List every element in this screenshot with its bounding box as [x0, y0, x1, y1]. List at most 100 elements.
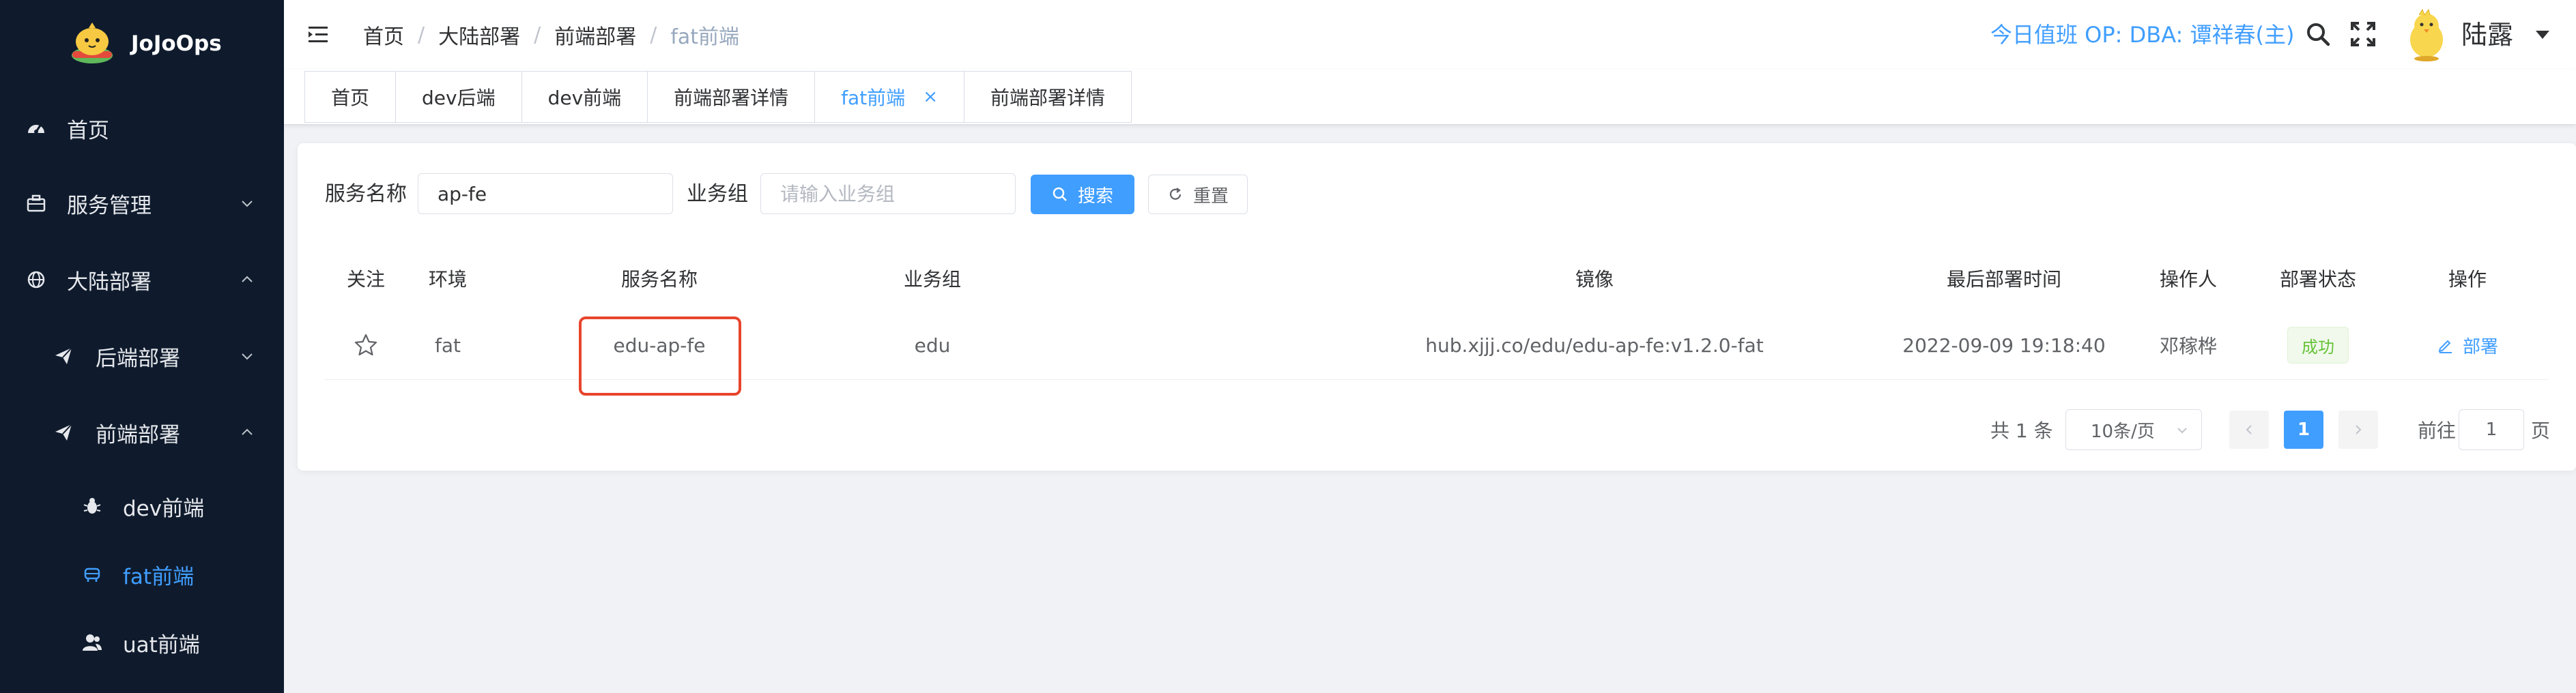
search-icon[interactable] [2304, 20, 2332, 48]
deploy-time-cell: 2022-09-09 19:18:40 [1902, 334, 2106, 357]
sidebar: JoJoOps 首页 服务管理 大陆部署 后端部署 前端部署 dev前端 fat… [0, 0, 284, 693]
column-header: 服务名称 [620, 268, 698, 291]
column-header: 部署状态 [2279, 268, 2356, 291]
sidebar-item-dev-frontend[interactable]: dev前端 [0, 479, 284, 533]
sidebar-item-label: 首页 [67, 118, 109, 143]
goto-suffix: 页 [2531, 419, 2551, 442]
bug-icon [81, 495, 104, 518]
prev-page-button[interactable] [2229, 411, 2269, 449]
sidebar-item-label: 前端部署 [96, 422, 180, 447]
tag-label: 前端部署详情 [674, 87, 789, 109]
sidebar-item-service-management[interactable]: 服务管理 [0, 176, 284, 231]
sidebar-item-label: 后端部署 [96, 346, 180, 371]
tag-fat-frontend[interactable]: fat前端 × [815, 71, 964, 123]
env-cell: fat [435, 334, 461, 357]
breadcrumb-item[interactable]: 前端部署 [554, 20, 636, 50]
highlight-box [579, 316, 741, 396]
tag-label: dev前端 [547, 87, 622, 109]
search-button[interactable]: 搜索 [1031, 175, 1134, 214]
username[interactable]: 陆露 [2461, 18, 2513, 52]
chevron-up-icon [242, 428, 253, 435]
sidebar-item-mainland-deploy[interactable]: 大陆部署 [0, 252, 284, 307]
service-name-input[interactable] [418, 173, 673, 214]
chevron-down-icon [242, 353, 253, 360]
sidebar-item-home[interactable]: 首页 [0, 101, 284, 156]
page-size-select[interactable]: 10条/页 [2065, 409, 2202, 450]
edit-icon [2438, 340, 2452, 353]
status-badge: 成功 [2287, 327, 2349, 364]
page-size-value: 10条/页 [2091, 421, 2155, 442]
column-header: 镜像 [1575, 268, 1614, 291]
robot-icon [81, 563, 104, 586]
tag-label: 前端部署详情 [990, 87, 1105, 109]
goto-page-input[interactable] [2459, 409, 2524, 450]
user-icon [81, 631, 104, 654]
column-header: 业务组 [903, 268, 961, 291]
top-header: 首页 / 大陆部署 / 前端部署 / fat前端 今日值班 OP: DBA: 谭… [284, 0, 2576, 70]
briefcase-icon [25, 192, 48, 215]
tag-label: dev后端 [422, 87, 496, 109]
globe-icon [25, 268, 48, 291]
sidebar-item-label: fat前端 [123, 564, 195, 589]
search-button-label: 搜索 [1077, 186, 1113, 207]
breadcrumb-item[interactable]: 大陆部署 [438, 20, 520, 50]
reset-button-label: 重置 [1192, 186, 1229, 207]
brand[interactable]: JoJoOps [68, 19, 222, 68]
tag-label: 首页 [331, 87, 370, 109]
breadcrumb-separator: / [534, 23, 541, 47]
deploy-button[interactable]: 部署 [2437, 333, 2498, 358]
chevron-right-icon [2356, 425, 2362, 434]
action-cell: 部署 [2386, 311, 2549, 379]
reset-button[interactable]: 重置 [1148, 175, 1248, 214]
tag-frontend-deploy-detail[interactable]: 前端部署详情 [964, 71, 1132, 123]
tag-label: fat前端 [841, 87, 906, 109]
chevron-down-icon [242, 201, 253, 207]
sidebar-item-uat-frontend[interactable]: uat前端 [0, 615, 284, 670]
service-name-label: 服务名称 [325, 182, 407, 206]
tags-view: 首页 dev后端 dev前端 前端部署详情 fat前端 × 前端部署详情 [284, 70, 2576, 125]
chevron-left-icon [2246, 425, 2252, 434]
sidebar-item-fat-frontend[interactable]: fat前端 [0, 547, 284, 602]
image-cell: hub.xjjj.co/edu/edu-ap-fe:v1.2.0-fat [1425, 334, 1764, 357]
column-header: 操作人 [2159, 268, 2217, 291]
content-card: 服务名称 业务组 搜索 重置 关注 环境 服务名称 业务组 镜像 最后部署时间 … [298, 143, 2576, 471]
breadcrumb: 首页 / 大陆部署 / 前端部署 / fat前端 [363, 20, 739, 50]
column-header: 环境 [428, 268, 467, 291]
table-header: 关注 环境 服务名称 业务组 镜像 最后部署时间 操作人 部署状态 操作 [325, 246, 2549, 312]
sidebar-item-label: dev前端 [123, 496, 205, 521]
brand-name: JoJoOps [131, 31, 222, 56]
favorite-star-icon[interactable] [325, 311, 407, 379]
duty-roster[interactable]: 今日值班 OP: DBA: 谭祥春(主) [1990, 19, 2294, 50]
close-icon[interactable]: × [923, 87, 938, 107]
sidebar-item-frontend-deploy[interactable]: 前端部署 [0, 405, 284, 460]
sidebar-item-label: uat前端 [123, 632, 200, 658]
goto-prefix: 前往 [2418, 419, 2457, 442]
group-cell: edu [914, 334, 951, 357]
sidebar-item-label: 服务管理 [67, 193, 152, 218]
page-number-current[interactable]: 1 [2284, 411, 2323, 449]
status-cell: 成功 [2250, 311, 2386, 379]
hamburger-icon[interactable] [307, 23, 330, 46]
search-icon [1053, 187, 1067, 201]
business-group-input[interactable] [760, 173, 1016, 214]
breadcrumb-item[interactable]: 首页 [363, 20, 404, 50]
paper-plane-icon [52, 421, 75, 444]
tag-home[interactable]: 首页 [304, 71, 397, 123]
breadcrumb-separator: / [650, 23, 657, 47]
tag-frontend-deploy-detail[interactable]: 前端部署详情 [648, 71, 816, 123]
sidebar-item-label: 大陆部署 [67, 269, 152, 295]
column-header: 关注 [346, 268, 385, 291]
pagination-total: 共 1 条 [1990, 419, 2053, 442]
next-page-button[interactable] [2338, 411, 2378, 449]
tag-dev-frontend[interactable]: dev前端 [521, 71, 648, 123]
avatar[interactable] [2400, 8, 2453, 61]
column-header: 最后部署时间 [1946, 268, 2061, 291]
refresh-icon [1169, 188, 1182, 200]
paper-plane-icon [52, 344, 75, 368]
sidebar-item-backend-deploy[interactable]: 后端部署 [0, 329, 284, 383]
caret-down-icon[interactable] [2534, 27, 2551, 42]
tag-dev-backend[interactable]: dev后端 [396, 71, 522, 123]
fullscreen-icon[interactable] [2349, 20, 2377, 48]
deploy-button-label: 部署 [2462, 336, 2498, 357]
table-row: fat edu-ap-fe edu hub.xjjj.co/edu/edu-ap… [325, 311, 2549, 396]
